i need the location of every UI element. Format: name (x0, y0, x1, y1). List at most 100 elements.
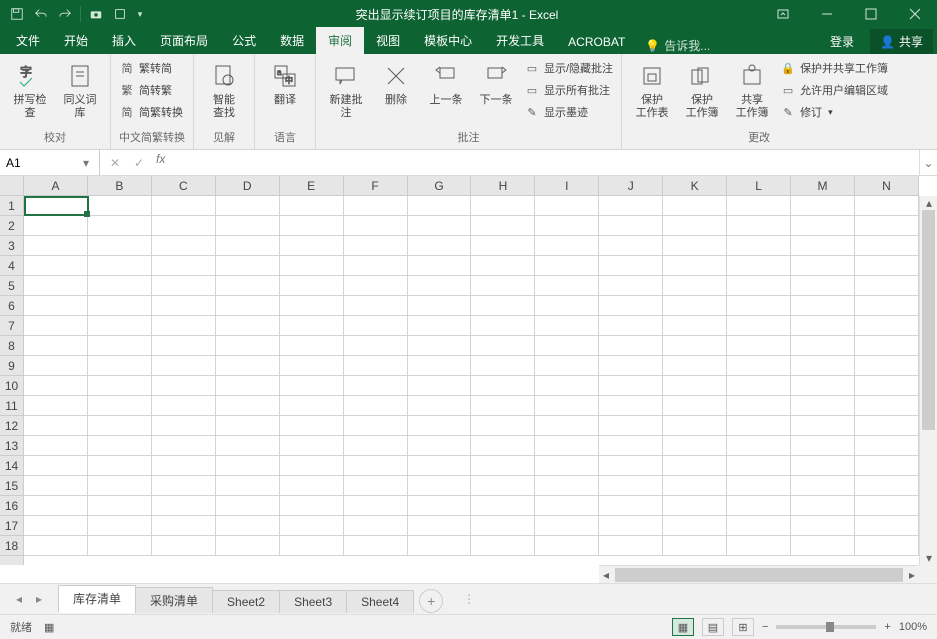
cell[interactable] (88, 276, 152, 296)
cell[interactable] (152, 256, 216, 276)
cell[interactable] (408, 376, 472, 396)
cell[interactable] (216, 436, 280, 456)
cell[interactable] (727, 476, 791, 496)
simp-to-trad-button[interactable]: 简繁转简 (119, 58, 183, 78)
cell[interactable] (24, 536, 88, 556)
cell[interactable] (791, 416, 855, 436)
cell[interactable] (280, 436, 344, 456)
cell[interactable] (152, 356, 216, 376)
row-header[interactable]: 8 (0, 336, 23, 356)
cell[interactable] (152, 376, 216, 396)
cell[interactable] (663, 256, 727, 276)
cell[interactable] (408, 336, 472, 356)
cell[interactable] (727, 376, 791, 396)
scroll-down-icon[interactable]: ▾ (920, 551, 937, 565)
vscroll-thumb[interactable] (922, 210, 935, 430)
column-header[interactable]: B (88, 176, 152, 195)
redo-icon[interactable] (54, 3, 76, 25)
cell[interactable] (535, 256, 599, 276)
column-header[interactable]: J (599, 176, 663, 195)
cell[interactable] (88, 316, 152, 336)
cell[interactable] (152, 396, 216, 416)
cell[interactable] (535, 516, 599, 536)
ribbon-options-icon[interactable] (761, 0, 805, 28)
cell[interactable] (152, 236, 216, 256)
cell[interactable] (791, 456, 855, 476)
cell[interactable] (24, 516, 88, 536)
cell[interactable] (24, 396, 88, 416)
cell[interactable] (855, 256, 919, 276)
cell[interactable] (471, 356, 535, 376)
row-header[interactable]: 7 (0, 316, 23, 336)
cell[interactable] (24, 216, 88, 236)
save-icon[interactable] (6, 3, 28, 25)
cell[interactable] (280, 196, 344, 216)
cell[interactable] (727, 356, 791, 376)
cell[interactable] (408, 356, 472, 376)
cell[interactable] (599, 196, 663, 216)
cell[interactable] (599, 396, 663, 416)
cell[interactable] (216, 396, 280, 416)
cell[interactable] (599, 456, 663, 476)
cell[interactable] (535, 316, 599, 336)
cell[interactable] (535, 456, 599, 476)
cell[interactable] (791, 256, 855, 276)
cell[interactable] (344, 356, 408, 376)
cell[interactable] (88, 216, 152, 236)
sheet-tab-sheet4[interactable]: Sheet4 (346, 590, 414, 613)
cell[interactable] (535, 216, 599, 236)
row-header[interactable]: 14 (0, 456, 23, 476)
cell[interactable] (855, 216, 919, 236)
cell[interactable] (599, 216, 663, 236)
cell[interactable] (24, 436, 88, 456)
row-header[interactable]: 5 (0, 276, 23, 296)
cell[interactable] (791, 276, 855, 296)
zoom-slider[interactable] (776, 625, 876, 629)
cells-area[interactable] (24, 196, 919, 565)
zoom-level[interactable]: 100% (899, 621, 927, 633)
cell[interactable] (791, 296, 855, 316)
cell[interactable] (88, 256, 152, 276)
cell[interactable] (408, 536, 472, 556)
cell[interactable] (471, 456, 535, 476)
next-comment-button[interactable]: 下一条 (474, 58, 518, 109)
cell[interactable] (855, 276, 919, 296)
view-normal-icon[interactable]: ▦ (672, 618, 694, 636)
row-header[interactable]: 10 (0, 376, 23, 396)
cell[interactable] (855, 436, 919, 456)
cell[interactable] (344, 316, 408, 336)
row-header[interactable]: 6 (0, 296, 23, 316)
zoom-out-icon[interactable]: − (762, 621, 768, 633)
cell[interactable] (663, 476, 727, 496)
cell[interactable] (791, 196, 855, 216)
cell[interactable] (344, 536, 408, 556)
cell[interactable] (88, 376, 152, 396)
allow-edit-button[interactable]: ▭允许用户编辑区域 (780, 80, 888, 100)
cell[interactable] (24, 356, 88, 376)
row-header[interactable]: 4 (0, 256, 23, 276)
cell[interactable] (663, 436, 727, 456)
row-header[interactable]: 9 (0, 356, 23, 376)
cell[interactable] (24, 416, 88, 436)
cell[interactable] (216, 216, 280, 236)
cell[interactable] (471, 476, 535, 496)
cell[interactable] (408, 236, 472, 256)
cell[interactable] (408, 276, 472, 296)
cell[interactable] (344, 336, 408, 356)
translate-button[interactable]: a中 翻译 (263, 58, 307, 109)
cell[interactable] (599, 516, 663, 536)
view-break-icon[interactable]: ⊞ (732, 618, 754, 636)
cell[interactable] (408, 416, 472, 436)
cell[interactable] (280, 356, 344, 376)
cell[interactable] (599, 276, 663, 296)
cell[interactable] (727, 216, 791, 236)
cell[interactable] (88, 536, 152, 556)
cell[interactable] (344, 396, 408, 416)
cell[interactable] (855, 336, 919, 356)
cell[interactable] (152, 536, 216, 556)
show-hide-comment-button[interactable]: ▭显示/隐藏批注 (524, 58, 613, 78)
tab-acrobat[interactable]: ACROBAT (556, 30, 637, 54)
cell[interactable] (599, 296, 663, 316)
name-box[interactable]: ▾ (0, 150, 100, 175)
column-header[interactable]: C (152, 176, 216, 195)
